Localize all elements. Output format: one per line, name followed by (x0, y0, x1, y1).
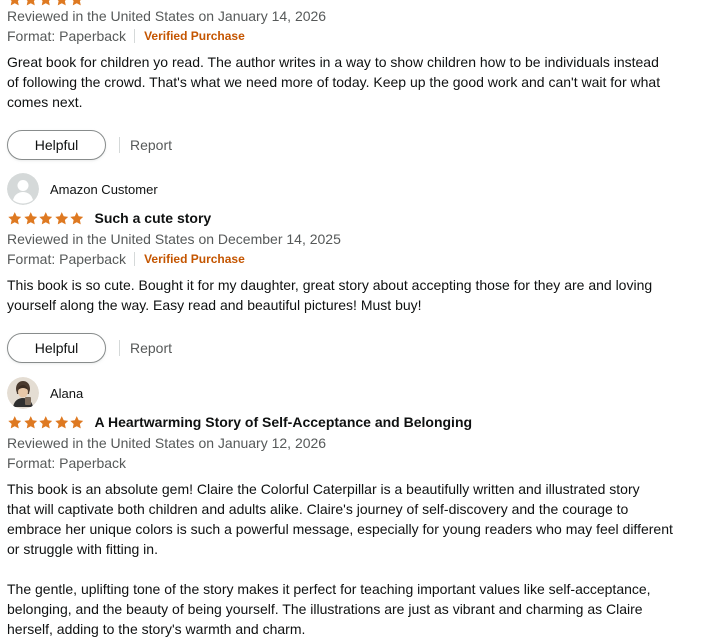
star-icon (8, 415, 22, 428)
review-body-line: Great book for children yo read. The aut… (7, 54, 659, 70)
reviewer-name[interactable]: Alana (50, 386, 83, 401)
review-title[interactable]: A Heartwarming Story of Self-Acceptance … (95, 414, 473, 430)
review-3: Alana A Heartwarming Story of Self-Accep… (7, 377, 707, 639)
star-icon (23, 415, 37, 428)
review-body: Great book for children yo read. The aut… (7, 52, 707, 112)
star-icon (70, 211, 84, 224)
divider (119, 340, 120, 356)
review-date: Reviewed in the United States on January… (7, 8, 327, 24)
review-body-line: The gentle, uplifting tone of the story … (7, 581, 651, 597)
review-2: Amazon Customer Such a cute story Review… (7, 173, 707, 364)
star-icon (54, 211, 68, 224)
review-actions: Helpful Report (7, 332, 707, 364)
review-body-line: yourself along the way. Easy read and be… (7, 297, 422, 313)
helpful-button[interactable]: Helpful (7, 130, 106, 160)
review-body-line: belonging, and the beauty of being yours… (7, 601, 643, 617)
star-icon (8, 211, 22, 224)
star-rating[interactable] (7, 211, 85, 226)
reviewer-profile[interactable]: Alana (7, 377, 707, 409)
review-format-row: Format: Paperback Verified Purchase (7, 26, 707, 46)
avatar (7, 377, 39, 409)
divider (119, 137, 120, 153)
default-avatar-icon (7, 173, 39, 205)
review-body-line: of following the crowd. That's what we n… (7, 74, 661, 90)
review-body-line: or struggle with fitting in. (7, 541, 158, 557)
review-body-line: This book is so cute. Bought it for my d… (7, 277, 653, 293)
review-title-row: Such a cute story (7, 207, 707, 229)
review-date: Reviewed in the United States on Decembe… (7, 231, 341, 247)
star-rating[interactable] (7, 415, 85, 430)
review-format[interactable]: Format: Paperback (7, 249, 126, 269)
review-body-line: comes next. (7, 94, 83, 110)
review-body-line: embrace her unique colors is such a powe… (7, 521, 673, 537)
reviewer-profile[interactable]: Amazon Customer (7, 173, 707, 205)
star-icon (70, 415, 84, 428)
star-icon (23, 211, 37, 224)
helpful-button[interactable]: Helpful (7, 333, 106, 363)
star-icon (54, 415, 68, 428)
review-body: This book is an absolute gem! Claire the… (7, 479, 707, 639)
review-title[interactable]: Such a cute story (95, 210, 212, 226)
review-body-line: herself, adding to the story's warmth an… (7, 621, 306, 637)
report-link[interactable]: Report (130, 340, 172, 356)
divider (134, 29, 136, 43)
star-icon (39, 415, 53, 428)
review-format[interactable]: Format: Paperback (7, 26, 126, 46)
review-actions: Helpful Report (7, 129, 707, 161)
review-title-row: A Heartwarming Story of Self-Acceptance … (7, 411, 707, 433)
review-body-line: This book is an absolute gem! Claire the… (7, 481, 640, 497)
star-icon (39, 211, 53, 224)
review-body: This book is so cute. Bought it for my d… (7, 275, 707, 315)
review-format-row: Format: Paperback Verified Purchase (7, 249, 707, 269)
review-format-row: Format: Paperback (7, 453, 707, 473)
review-1: Reviewed in the United States on January… (7, 6, 707, 161)
review-format[interactable]: Format: Paperback (7, 453, 126, 473)
review-body-line: that will captivate both children and ad… (7, 501, 629, 517)
verified-purchase-badge: Verified Purchase (144, 29, 245, 43)
verified-purchase-badge: Verified Purchase (144, 252, 245, 266)
review-date: Reviewed in the United States on January… (7, 435, 327, 451)
reviewer-name[interactable]: Amazon Customer (50, 182, 158, 197)
divider (134, 252, 136, 266)
report-link[interactable]: Report (130, 137, 172, 153)
